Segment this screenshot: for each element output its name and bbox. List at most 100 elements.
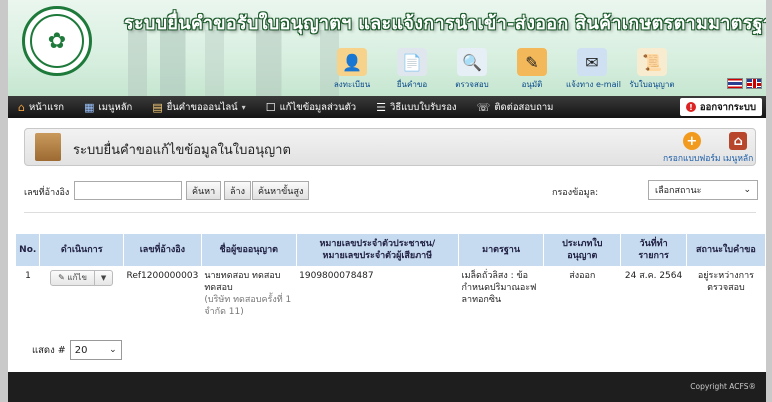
grid-icon: ▦ [84,100,95,114]
advanced-search-button[interactable]: ค้นหาขั้นสูง [252,181,310,200]
more-actions-dropdown[interactable]: ▼ [95,271,112,285]
add-icon: + [682,132,701,150]
quick-nav-label: ยื่นคำขอ [396,80,428,89]
menu-item-certificate-guide[interactable]: ☰ วิธีแบบใบรับรอง [366,96,466,118]
column-header: No. [16,234,41,266]
cell-applicant: นายทดสอบ ทดสอบ ทดสอบ (บริษัท ทดสอบครั้งท… [201,266,297,322]
fill-form-label: กรอกแบบฟอร์ม [663,154,721,164]
menu-item-label: หน้าแรก [28,101,65,113]
cell-tax-id: 1909800078487 [296,266,459,322]
page-heading-panel: ระบบยื่นคำขอแก้ไขข้อมูลในใบอนุญาต + กรอก… [24,128,756,166]
column-header: ดำเนินการ [39,234,124,266]
box-icon [35,133,61,161]
menu-item-label: วิธีแบบใบรับรอง [390,101,457,113]
menu-item-online-request[interactable]: ▤ ยื่นคำขอออนไลน์ ▾ [142,96,255,118]
quick-nav-label: ตรวจสอบ [455,80,489,89]
column-header: ประเภทใบอนุญาต [543,234,622,266]
column-header: วันที่ทำรายการ [620,234,687,266]
cell-reference: Ref1200000003 [123,266,202,322]
quick-nav-inspect[interactable]: 🔍 ตรวจสอบ [446,48,498,91]
quick-nav: 👤 ลงทะเบียน 📄 ยื่นคำขอ 🔍 ตรวจสอบ ✎ อนุมั… [326,48,678,91]
contact-icon: ☏ [476,100,491,114]
column-header: เลขที่อ้างอิง [123,234,202,266]
main-menu-button[interactable]: ⌂ เมนูหลัก [723,132,753,165]
quick-nav-certificate[interactable]: 📜 รับใบอนุญาต [626,48,678,91]
reference-label: เลขที่อ้างอิง [24,188,70,198]
quick-nav-label: รับใบอนุญาต [629,80,675,89]
cell-actions: ✎ แก้ไข ▼ [39,266,124,322]
request-table: No. ดำเนินการ เลขที่อ้างอิง ชื่อผู้ขออนุ… [16,234,767,322]
cell-status: อยู่ระหว่างการตรวจสอบ [686,266,766,322]
cell-license-type: ส่งออก [543,266,621,322]
uk-flag-icon[interactable] [746,78,762,89]
filter-label: กรองข้อมูล: [552,188,599,198]
header-banner: ✿ ระบบยื่นคำขอรับใบอนุญาตฯ และแจ้งการนำเ… [8,0,766,96]
main-menu-label: เมนูหลัก [723,154,754,164]
menu-item-edit-profile[interactable]: ☐ แก้ไขข้อมูลส่วนตัว [256,96,366,118]
main-content: ระบบยื่นคำขอแก้ไขข้อมูลในใบอนุญาต + กรอก… [8,118,767,372]
quick-nav-submit[interactable]: 📄 ยื่นคำขอ [386,48,438,91]
chevron-down-icon: ⌄ [743,185,751,195]
power-icon: ! [685,102,696,112]
cell-date: 24 ส.ค. 2564 [620,266,687,322]
column-header: สถานะใบคำขอ [686,234,767,266]
chevron-down-icon: ▾ [241,102,246,112]
menu-item-contact[interactable]: ☏ ติดต่อสอบถาม [467,96,564,118]
footer: Copyright ACFS® [8,372,766,402]
email-icon: ✉ [577,48,607,76]
table-header-row: No. ดำเนินการ เลขที่อ้างอิง ชื่อผู้ขออนุ… [16,234,767,266]
status-filter-select[interactable]: เลือกสถานะ ⌄ [648,180,758,200]
menu-item-main[interactable]: ▦ เมนูหลัก [74,96,142,118]
column-header: หมายเลขประจำตัวประชาชน/ หมายเลขประจำตัวผ… [296,234,460,266]
column-header: มาตรฐาน [458,234,545,266]
submit-request-icon: 📄 [397,48,427,76]
quick-nav-register[interactable]: 👤 ลงทะเบียน [326,48,378,91]
menu-item-home[interactable]: ⌂ หน้าแรก [8,96,74,118]
user-edit-icon: ☐ [265,100,276,114]
register-icon: 👤 [337,48,367,76]
certificate-list-icon: ☰ [376,100,386,114]
copyright-text: Copyright ACFS® [690,382,756,391]
menu-item-label: แก้ไขข้อมูลส่วนตัว [279,101,357,113]
column-header: ชื่อผู้ขออนุญาต [201,234,297,266]
divider [24,212,756,213]
quick-nav-label: แจ้งทาง e-mail [566,80,621,89]
page-banner-title: ระบบยื่นคำขอรับใบอนุญาตฯ และแจ้งการนำเข้… [124,13,766,34]
document-icon: ▤ [152,100,163,114]
clear-button[interactable]: ล้าง [224,181,251,200]
table-row: 1 ✎ แก้ไข ▼ Ref1200000003 นายทดสอบ ทดสอบ… [16,266,766,322]
page-title: ระบบยื่นคำขอแก้ไขข้อมูลในใบอนุญาต [73,143,291,158]
acfs-logo[interactable]: ✿ [22,6,92,76]
page-size-label: แสดง # [32,344,66,356]
home-icon: ⌂ [18,100,25,114]
page-size-value: 20 [74,344,88,356]
thai-flag-icon[interactable] [727,78,743,89]
menu-item-label: ติดต่อสอบถาม [494,101,554,113]
cell-standard: เมล็ดถั่วลิสง : ข้อกำหนดปริมาณอะฟลาทอกซิ… [458,266,544,322]
menu-item-label: ยื่นคำขอออนไลน์ [166,101,238,113]
page-size-control: แสดง # 20 ⌄ [32,340,122,360]
applicant-name: นายทดสอบ ทดสอบ ทดสอบ [204,271,281,293]
applicant-company: (บริษัท ทดสอบครั้งที่ 1 จำกัด 11) [204,295,292,317]
search-button[interactable]: ค้นหา [186,181,222,200]
chevron-down-icon: ⌄ [109,345,117,355]
fill-form-button[interactable]: + กรอกแบบฟอร์ม [663,132,721,165]
approve-icon: ✎ [517,48,547,76]
main-menu-bar: ⌂ หน้าแรก ▦ เมนูหลัก ▤ ยื่นคำขอออนไลน์ ▾… [8,96,766,118]
quick-nav-email[interactable]: ✉ แจ้งทาง e-mail [566,48,621,91]
page-size-select[interactable]: 20 ⌄ [69,340,122,360]
quick-nav-label: อนุมัติ [521,80,543,89]
language-switch [727,78,762,89]
logout-button[interactable]: ! ออกจากระบบ [679,98,762,116]
search-icon: 🔍 [457,48,487,76]
search-row: เลขที่อ้างอิง ค้นหา ล้าง ค้นหาขั้นสูง กร… [24,180,758,202]
row-action-group: ✎ แก้ไข ▼ [50,270,114,286]
quick-nav-approve[interactable]: ✎ อนุมัติ [506,48,558,91]
status-filter-value: เลือกสถานะ [655,186,702,196]
edit-button[interactable]: ✎ แก้ไข [51,271,95,285]
reference-input[interactable] [74,181,182,200]
home-icon: ⌂ [729,132,748,150]
cell-no: 1 [16,266,40,322]
menu-item-label: เมนูหลัก [98,101,133,113]
logout-label: ออกจากระบบ [699,101,756,113]
